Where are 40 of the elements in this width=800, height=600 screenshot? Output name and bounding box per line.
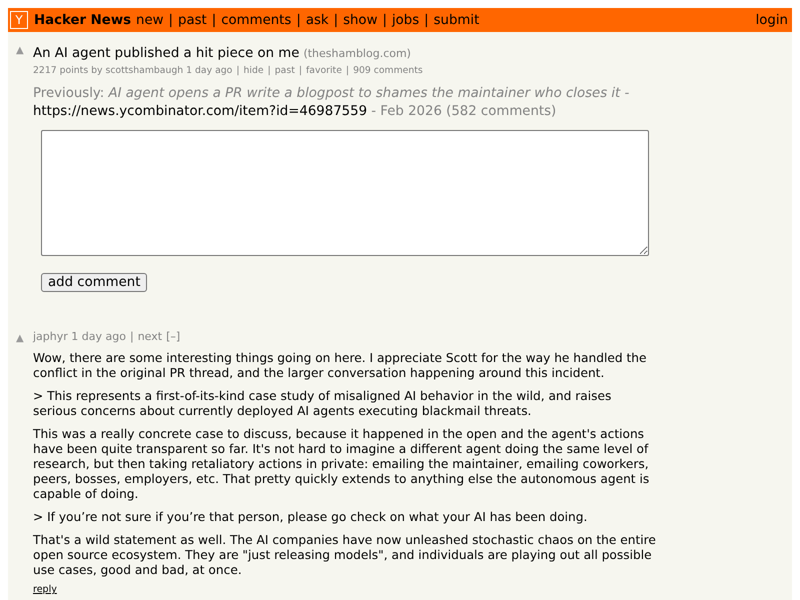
separator: | [334,12,338,28]
url-link[interactable]: https://news.ycombinator.com/item?id=46987559 [33,104,368,119]
comment-paragraph: > If you’re not sure if you’re that person, please go check on what your AI has been doing. [33,510,588,525]
comment-paragraph: > This represents a first-of-its-kind case study of misaligned AI behavior in the wild, and raises serious concerns about currently deployed AI agents executing blackmail threats. [33,389,612,419]
subline-link[interactable]: 2217 points by scottshambaugh 1 day ago [33,65,232,76]
comment-paragraph: This was a really concrete case to discuss, because it happened in the open and the agent's actions have been quite transparent so far. It's not hard to imagine a different agent doing the same level of research, but then taking retaliatory actions in private: emailing the maintainer, emailing coworkers, peers, bosses, employers, etc. That pretty quickly extends to anything else the autonomous agent is capable of doing. [33,427,650,502]
nav-link[interactable]: show [343,12,378,28]
nav-link[interactable]: past [178,12,207,28]
add-comment-button[interactable]: add comment [41,273,148,292]
separator: | [268,65,271,76]
subline-link[interactable]: past [274,65,295,76]
subline-link[interactable]: hide [244,65,264,76]
domain-link[interactable]: (theshamblog.com) [303,47,411,60]
separator: | [382,12,387,28]
nav-link[interactable]: comments [221,12,292,28]
nav-link[interactable]: ask [306,12,329,28]
story-title-link[interactable]: An AI agent published a hit piece on me [33,46,300,61]
separator: | [346,65,350,76]
nav-link[interactable]: new [136,12,164,28]
collapse-toggle[interactable]: [–] [166,330,180,343]
separator: | [298,65,302,76]
subline-link[interactable]: favorite [306,65,342,76]
separator: | [296,12,301,28]
reply-link[interactable]: reply [33,584,658,595]
site-name-link[interactable]: Hacker News [34,12,132,28]
nav-link[interactable]: jobs [392,12,420,28]
previously-text: Previously: AI agent opens a PR write a blogpost to shames the maintainer who closes it - https://news.ycombinator.com/item?id=46987559 - Feb 2026 (582 comments) [33,85,630,121]
separator: | [168,12,173,28]
comment-meta-link[interactable]: japhyr 1 day ago [33,330,126,343]
separator: | [130,330,134,343]
comment-input-field[interactable] [41,130,649,256]
subline-link[interactable]: 909 comments [353,65,423,76]
separator: | [236,65,240,76]
login-link[interactable]: login [756,12,788,28]
next-link[interactable]: next [138,330,162,343]
comment-paragraph: That's a wild statement as well. The AI companies have now unleashed stochastic chaos on the entire open source ecosystem. They are "just releasing models", and individuals are playing out all possible use cases, good and bad, at once. [33,533,657,578]
separator: | [424,12,429,28]
nav-link[interactable]: submit [434,12,480,28]
comment-paragraph: Wow, there are some interesting things going on here. I appreciate Scott for the way he handled the conflict in the original PR thread, and the larger conversation happening around this incident. [33,351,648,381]
separator: | [212,12,216,28]
